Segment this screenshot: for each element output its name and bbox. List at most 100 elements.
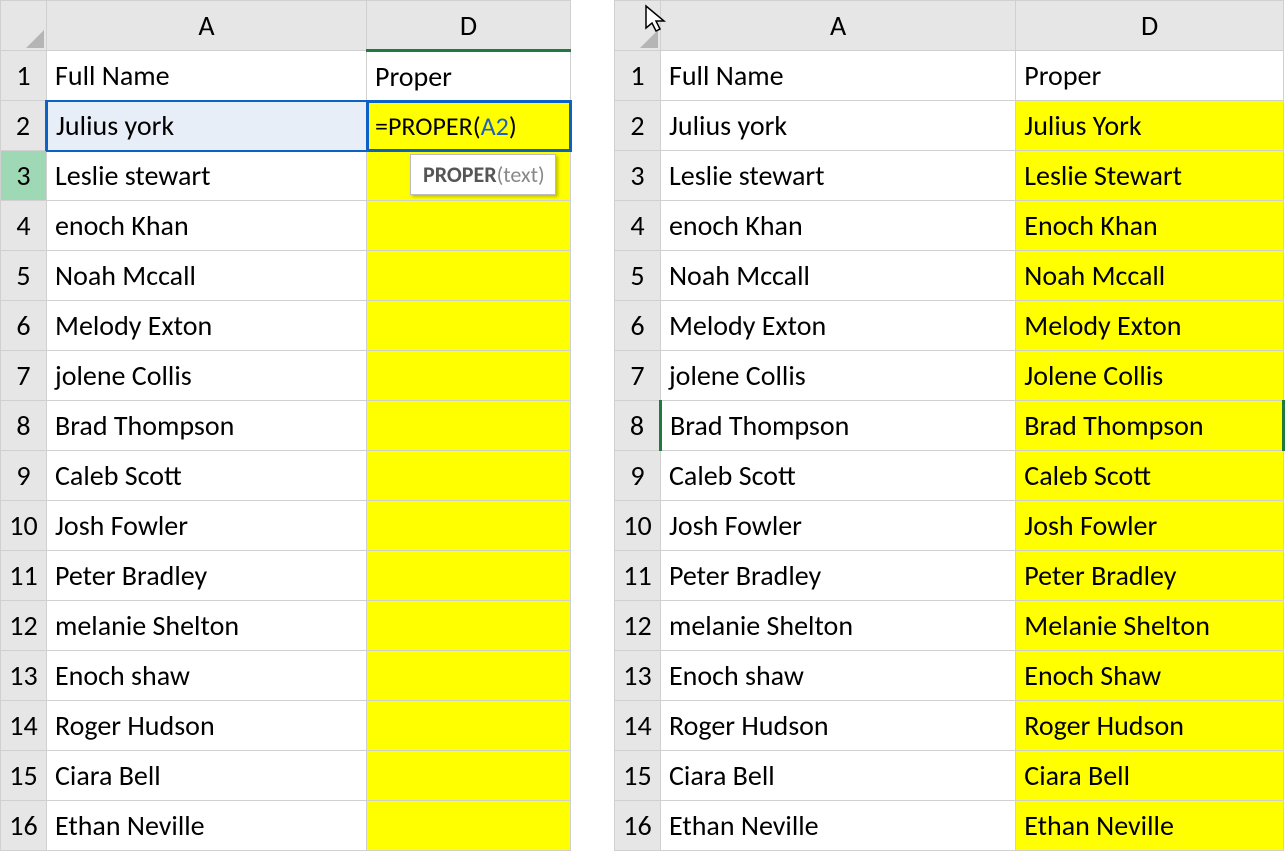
row-header-1[interactable]: 1 [615, 51, 661, 101]
cell-D7[interactable]: Jolene Collis [1016, 351, 1284, 401]
row-header-6[interactable]: 6 [1, 301, 47, 351]
cell-A1[interactable]: Full Name [47, 51, 367, 101]
cell-D8[interactable] [367, 401, 571, 451]
cell-A10[interactable]: Josh Fowler [660, 501, 1015, 551]
row-header-8[interactable]: 8 [1, 401, 47, 451]
row-header-13[interactable]: 13 [615, 651, 661, 701]
column-header-D[interactable]: D [1016, 1, 1284, 51]
cell-A13[interactable]: Enoch shaw [47, 651, 367, 701]
cell-A3[interactable]: Leslie stewart [660, 151, 1015, 201]
row-header-15[interactable]: 15 [1, 751, 47, 801]
cell-A15[interactable]: Ciara Bell [660, 751, 1015, 801]
cell-A12[interactable]: melanie Shelton [660, 601, 1015, 651]
row-header-5[interactable]: 5 [1, 251, 47, 301]
row-header-3[interactable]: 3 [1, 151, 47, 201]
row-header-9[interactable]: 9 [1, 451, 47, 501]
cell-A14[interactable]: Roger Hudson [47, 701, 367, 751]
cell-A9[interactable]: Caleb Scott [660, 451, 1015, 501]
cell-A12[interactable]: melanie Shelton [47, 601, 367, 651]
cell-D9[interactable]: Caleb Scott [1016, 451, 1284, 501]
cell-D2-formula[interactable]: =PROPER(A2) [367, 101, 571, 151]
row-header-16[interactable]: 16 [615, 801, 661, 851]
cell-A2[interactable]: Julius york [47, 101, 367, 151]
cell-A11[interactable]: Peter Bradley [47, 551, 367, 601]
row-header-14[interactable]: 14 [1, 701, 47, 751]
cell-A5[interactable]: Noah Mccall [660, 251, 1015, 301]
cell-A15[interactable]: Ciara Bell [47, 751, 367, 801]
cell-D6[interactable]: Melody Exton [1016, 301, 1284, 351]
cell-D5[interactable] [367, 251, 571, 301]
cell-A11[interactable]: Peter Bradley [660, 551, 1015, 601]
row-header-11[interactable]: 11 [615, 551, 661, 601]
cell-D5[interactable]: Noah Mccall [1016, 251, 1284, 301]
cell-D13[interactable] [367, 651, 571, 701]
cell-A10[interactable]: Josh Fowler [47, 501, 367, 551]
cell-A8[interactable]: Brad Thompson [660, 401, 1015, 451]
cell-D4[interactable]: Enoch Khan [1016, 201, 1284, 251]
cell-D4[interactable] [367, 201, 571, 251]
cell-D9[interactable] [367, 451, 571, 501]
cell-A1[interactable]: Full Name [660, 51, 1015, 101]
cell-A16[interactable]: Ethan Neville [660, 801, 1015, 851]
cell-D13[interactable]: Enoch Shaw [1016, 651, 1284, 701]
row-header-15[interactable]: 15 [615, 751, 661, 801]
row-header-11[interactable]: 11 [1, 551, 47, 601]
cell-A4[interactable]: enoch Khan [47, 201, 367, 251]
select-all-corner[interactable] [615, 1, 661, 51]
column-header-D[interactable]: D [367, 1, 571, 51]
cell-D15[interactable]: Ciara Bell [1016, 751, 1284, 801]
row-header-7[interactable]: 7 [1, 351, 47, 401]
cell-D12[interactable] [367, 601, 571, 651]
cell-A4[interactable]: enoch Khan [660, 201, 1015, 251]
row-header-10[interactable]: 10 [615, 501, 661, 551]
cell-D12[interactable]: Melanie Shelton [1016, 601, 1284, 651]
cell-D3[interactable]: Leslie Stewart [1016, 151, 1284, 201]
cell-D1[interactable]: Proper [367, 51, 571, 101]
cell-D14[interactable] [367, 701, 571, 751]
cell-D8[interactable]: Brad Thompson [1016, 401, 1284, 451]
row-header-12[interactable]: 12 [615, 601, 661, 651]
column-header-A[interactable]: A [47, 1, 367, 51]
row-header-3[interactable]: 3 [615, 151, 661, 201]
cell-D16[interactable] [367, 801, 571, 851]
cell-D10[interactable]: Josh Fowler [1016, 501, 1284, 551]
cell-A6[interactable]: Melody Exton [660, 301, 1015, 351]
row-header-16[interactable]: 16 [1, 801, 47, 851]
cell-A2[interactable]: Julius york [660, 101, 1015, 151]
cell-D10[interactable] [367, 501, 571, 551]
cell-A3[interactable]: Leslie stewart [47, 151, 367, 201]
cell-D15[interactable] [367, 751, 571, 801]
cell-D11[interactable]: Peter Bradley [1016, 551, 1284, 601]
cell-A14[interactable]: Roger Hudson [660, 701, 1015, 751]
cell-A8[interactable]: Brad Thompson [47, 401, 367, 451]
row-header-2[interactable]: 2 [615, 101, 661, 151]
row-header-13[interactable]: 13 [1, 651, 47, 701]
column-header-A[interactable]: A [660, 1, 1015, 51]
row-header-14[interactable]: 14 [615, 701, 661, 751]
cell-A16[interactable]: Ethan Neville [47, 801, 367, 851]
cell-D7[interactable] [367, 351, 571, 401]
row-header-10[interactable]: 10 [1, 501, 47, 551]
cell-D6[interactable] [367, 301, 571, 351]
row-header-1[interactable]: 1 [1, 51, 47, 101]
row-header-12[interactable]: 12 [1, 601, 47, 651]
row-header-5[interactable]: 5 [615, 251, 661, 301]
row-header-2[interactable]: 2 [1, 101, 47, 151]
row-header-6[interactable]: 6 [615, 301, 661, 351]
row-header-7[interactable]: 7 [615, 351, 661, 401]
cell-A13[interactable]: Enoch shaw [660, 651, 1015, 701]
cell-D2[interactable]: Julius York [1016, 101, 1284, 151]
cell-A7[interactable]: jolene Collis [47, 351, 367, 401]
cell-A7[interactable]: jolene Collis [660, 351, 1015, 401]
row-header-4[interactable]: 4 [615, 201, 661, 251]
row-header-8[interactable]: 8 [615, 401, 661, 451]
cell-D11[interactable] [367, 551, 571, 601]
row-header-9[interactable]: 9 [615, 451, 661, 501]
row-header-4[interactable]: 4 [1, 201, 47, 251]
cell-A9[interactable]: Caleb Scott [47, 451, 367, 501]
select-all-corner[interactable] [1, 1, 47, 51]
cell-A5[interactable]: Noah Mccall [47, 251, 367, 301]
cell-D14[interactable]: Roger Hudson [1016, 701, 1284, 751]
cell-D16[interactable]: Ethan Neville [1016, 801, 1284, 851]
cell-D1[interactable]: Proper [1016, 51, 1284, 101]
